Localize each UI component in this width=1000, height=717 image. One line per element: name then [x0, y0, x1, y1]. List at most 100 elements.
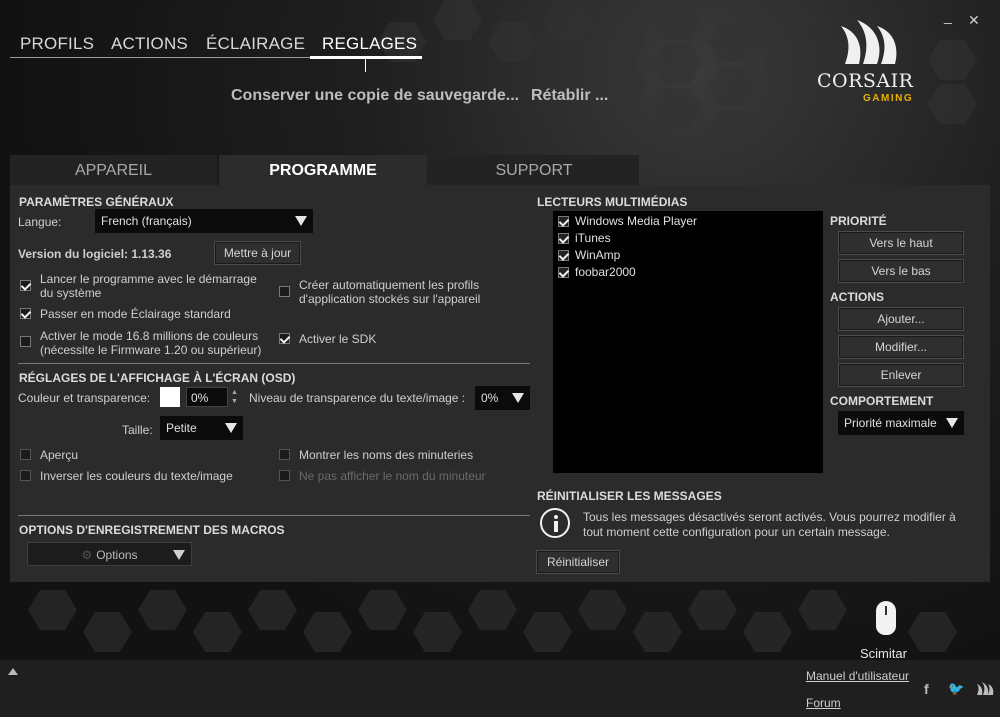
facebook-icon[interactable]: f — [924, 681, 929, 697]
startup-label: Lancer le programme avec le démarrage du… — [40, 272, 257, 300]
invert-colors-label: Inverser les couleurs du texte/image — [40, 469, 233, 483]
remove-button[interactable]: Enlever — [838, 363, 964, 387]
16m-colors-label: Activer le mode 16.8 millions de couleur… — [40, 329, 261, 357]
macro-options-label: Options — [96, 548, 138, 562]
player-checkbox[interactable] — [558, 216, 569, 227]
twitter-icon[interactable]: 🐦 — [948, 681, 964, 697]
mouse-icon — [876, 601, 896, 635]
standard-lighting-checkbox[interactable] — [20, 308, 31, 319]
sub-tabs: APPAREIL PROGRAMME SUPPORT — [10, 155, 639, 185]
move-down-button[interactable]: Vers le bas — [838, 259, 964, 283]
color-transparency-input[interactable]: 0% — [186, 387, 228, 407]
sdk-label: Activer le SDK — [299, 332, 377, 346]
player-checkbox[interactable] — [558, 267, 569, 278]
color-swatch[interactable] — [160, 387, 180, 407]
info-icon — [540, 508, 570, 538]
priority-title: PRIORITÉ — [830, 214, 887, 228]
hide-timer-checkbox[interactable] — [279, 470, 290, 481]
divider — [18, 515, 530, 516]
startup-checkbox[interactable] — [20, 280, 31, 291]
auto-profiles-label-line2: d'application stockés sur l'appareil — [299, 292, 481, 306]
behavior-title: COMPORTEMENT — [830, 394, 934, 408]
preview-checkbox[interactable] — [20, 449, 31, 460]
macros-title: OPTIONS D'ENREGISTREMENT DES MACROS — [19, 523, 285, 537]
reset-messages-title: RÉINITIALISER LES MESSAGES — [537, 489, 722, 503]
language-label: Langue: — [18, 215, 62, 229]
minimize-button[interactable]: _ — [944, 8, 952, 24]
chevron-down-icon — [225, 423, 237, 433]
chevron-down-icon — [946, 418, 958, 428]
text-transparency-select[interactable]: 0% — [475, 386, 530, 410]
list-item[interactable]: Windows Media Player — [553, 213, 823, 230]
16m-colors-label-line2: (nécessite le Firmware 1.20 ou supérieur… — [40, 343, 262, 357]
osd-title: RÉGLAGES DE L'AFFICHAGE À L'ÉCRAN (OSD) — [19, 371, 296, 385]
player-name: Windows Media Player — [575, 214, 698, 228]
chevron-down-icon — [512, 393, 524, 403]
size-label: Taille: — [122, 423, 153, 437]
chevron-down-icon — [173, 550, 185, 560]
startup-label-line2: du système — [40, 286, 102, 300]
language-value: French (français) — [101, 214, 192, 228]
expand-up-icon[interactable] — [8, 668, 18, 675]
tab-eclairage[interactable]: ÉCLAIRAGE — [206, 34, 305, 54]
gear-icon: ⚙ — [81, 548, 93, 562]
auto-profiles-checkbox[interactable] — [279, 286, 290, 297]
tab-appareil[interactable]: APPAREIL — [10, 155, 217, 185]
user-manual-link[interactable]: Manuel d'utilisateur — [806, 669, 909, 683]
text-transparency-label: Niveau de transparence du texte/image : — [249, 391, 466, 405]
size-select[interactable]: Petite — [160, 416, 243, 440]
device-name: Scimitar — [860, 646, 907, 661]
chevron-down-icon — [295, 216, 307, 226]
backup-link[interactable]: Conserver une copie de sauvegarde... — [231, 87, 519, 105]
sdk-checkbox[interactable] — [279, 333, 290, 344]
tab-reglages[interactable]: REGLAGES — [322, 34, 417, 54]
16m-colors-label-line1: Activer le mode 16.8 millions de couleur… — [40, 329, 259, 343]
hide-timer-label: Ne pas afficher le nom du minuteur — [299, 469, 486, 483]
brand-sub: GAMING — [863, 93, 914, 104]
player-checkbox[interactable] — [558, 233, 569, 244]
preview-label: Aperçu — [40, 448, 79, 462]
device-scimitar[interactable]: Scimitar — [860, 598, 916, 661]
update-button[interactable]: Mettre à jour — [214, 241, 301, 265]
startup-label-line1: Lancer le programme avec le démarrage — [40, 272, 257, 286]
auto-profiles-label: Créer automatiquement les profils d'appl… — [299, 278, 480, 306]
corsair-logo: CORSAIR GAMING — [815, 18, 925, 108]
list-item[interactable]: foobar2000 — [553, 264, 823, 281]
macro-options-select[interactable]: ⚙ Options — [27, 542, 192, 566]
top-navigation: PROFILS ACTIONS ÉCLAIRAGE REGLAGES — [10, 30, 422, 72]
reset-messages-text: Tous les messages désactivés seront acti… — [583, 510, 956, 540]
sails-icon — [841, 20, 897, 64]
active-tab-indicator — [310, 56, 422, 59]
forum-link[interactable]: Forum — [806, 696, 841, 710]
active-tab-marker — [365, 58, 366, 72]
reset-button[interactable]: Réinitialiser — [536, 550, 620, 574]
media-players-list[interactable]: Windows Media Player iTunes WinAmp fooba… — [553, 211, 823, 473]
size-value: Petite — [166, 421, 197, 435]
tab-actions[interactable]: ACTIONS — [111, 34, 188, 54]
auto-profiles-label-line1: Créer automatiquement les profils — [299, 278, 480, 292]
general-settings-title: PARAMÈTRES GÉNÉRAUX — [19, 195, 174, 209]
list-item[interactable]: WinAmp — [553, 247, 823, 264]
corsair-sails-icon[interactable] — [976, 682, 994, 696]
move-up-button[interactable]: Vers le haut — [838, 231, 964, 255]
show-timers-label: Montrer les noms des minuteries — [299, 448, 474, 462]
actions-title: ACTIONS — [830, 290, 884, 304]
list-item[interactable]: iTunes — [553, 230, 823, 247]
invert-colors-checkbox[interactable] — [20, 470, 31, 481]
software-version: Version du logiciel: 1.13.36 — [18, 247, 172, 261]
restore-link[interactable]: Rétablir ... — [531, 87, 608, 105]
close-button[interactable]: ✕ — [968, 12, 980, 29]
media-players-title: LECTEURS MULTIMÉDIAS — [537, 195, 688, 209]
behavior-select[interactable]: Priorité maximale — [838, 411, 964, 435]
16m-colors-checkbox[interactable] — [20, 336, 31, 347]
show-timers-checkbox[interactable] — [279, 449, 290, 460]
tab-programme[interactable]: PROGRAMME — [219, 155, 427, 185]
player-checkbox[interactable] — [558, 250, 569, 261]
tab-profils[interactable]: PROFILS — [20, 34, 94, 54]
language-select[interactable]: French (français) — [95, 209, 313, 233]
transparency-stepper[interactable]: ▲ ▼ — [231, 388, 239, 408]
player-name: foobar2000 — [575, 265, 636, 279]
add-button[interactable]: Ajouter... — [838, 307, 964, 331]
tab-support[interactable]: SUPPORT — [429, 155, 639, 185]
edit-button[interactable]: Modifier... — [838, 335, 964, 359]
